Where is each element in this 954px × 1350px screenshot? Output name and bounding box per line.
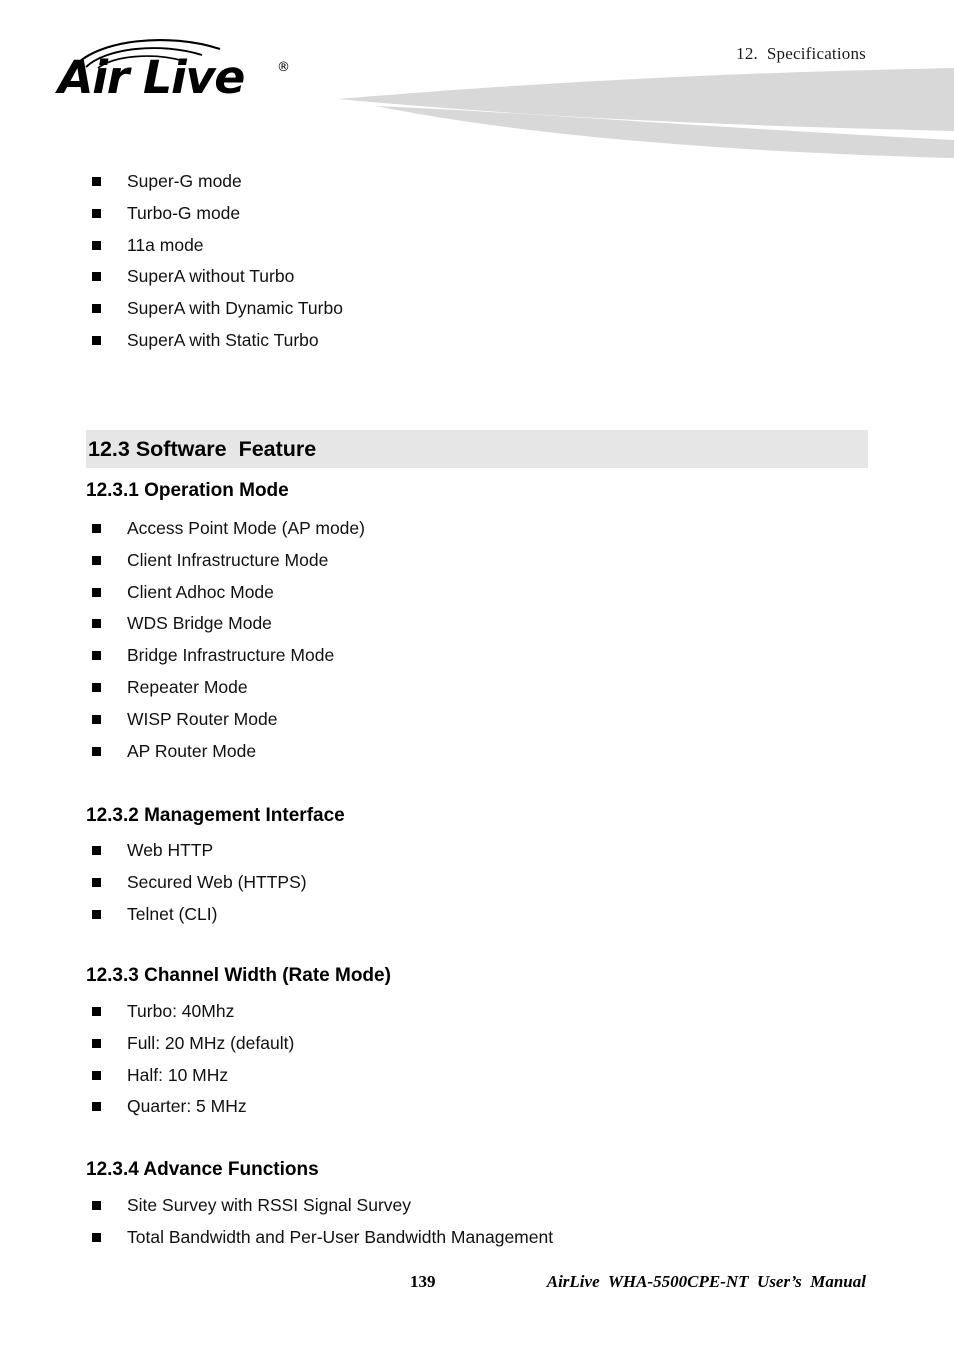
list-item-label: AP Router Mode xyxy=(127,740,257,761)
list-item-label: Site Survey with RSSI Signal Survey xyxy=(127,1195,412,1215)
bullet-square-icon xyxy=(92,877,101,887)
list-item: Full: 20 MHz (default) xyxy=(86,1028,866,1060)
list-item: Total Bandwidth and Per-User Bandwidth M… xyxy=(86,1222,866,1254)
intro-modes-list: Super-G mode Turbo-G mode 11a mode Super… xyxy=(86,166,866,357)
bullet-square-icon xyxy=(92,587,101,597)
list-item: Client Infrastructure Mode xyxy=(86,545,866,577)
list-item: AP Router Mode xyxy=(86,736,866,768)
bullet-square-icon xyxy=(92,682,101,692)
list-item-label: Telnet (CLI) xyxy=(127,903,218,924)
list-item-label: Total Bandwidth and Per-User Bandwidth M… xyxy=(127,1226,554,1247)
list-item: Super-G mode xyxy=(86,166,866,198)
list-item: Quarter: 5 MHz xyxy=(86,1091,866,1123)
page-header: 12. Specifications Air Live ® xyxy=(0,0,954,162)
bullet-square-icon xyxy=(92,619,101,629)
subsection-heading-advance-functions: 12.3.4 Advance Functions xyxy=(86,1159,319,1180)
bullet-square-icon xyxy=(92,524,101,533)
page-number: 139 xyxy=(410,1272,436,1291)
chapter-label: 12. Specifications xyxy=(736,44,866,63)
list-item: Telnet (CLI) xyxy=(86,899,866,931)
bullet-square-icon xyxy=(92,846,101,855)
bullet-square-icon xyxy=(92,335,101,345)
list-item: Web HTTP xyxy=(86,835,866,867)
page-footer: 139 AirLive WHA-5500CPE-NT User’s Manual xyxy=(0,1272,954,1302)
document-page: 12. Specifications Air Live ® Super-G mo… xyxy=(0,0,954,1350)
list-item: SuperA with Static Turbo xyxy=(86,325,866,357)
registered-trademark-icon: ® xyxy=(277,60,290,75)
subsection-heading-management-interface: 12.3.2 Management Interface xyxy=(86,805,345,826)
list-item-label: Bridge Infrastructure Mode xyxy=(127,645,335,666)
list-item-label: Half: 10 MHz xyxy=(127,1064,229,1085)
list-item: SuperA without Turbo xyxy=(86,261,866,293)
list-item-label: SuperA with Static Turbo xyxy=(127,329,319,350)
logo-wordmark: Air Live xyxy=(58,51,245,104)
list-item: Secured Web (HTTPS) xyxy=(86,867,866,899)
bullet-square-icon xyxy=(92,714,101,724)
list-item-label: Secured Web (HTTPS) xyxy=(127,871,307,892)
channel-width-list: Turbo: 40Mhz Full: 20 MHz (default) Half… xyxy=(86,996,866,1123)
list-item-label: Repeater Mode xyxy=(127,676,248,697)
list-item-label: Client Adhoc Mode xyxy=(127,581,274,602)
list-item-label: Turbo-G mode xyxy=(127,202,241,223)
bullet-square-icon xyxy=(92,1070,101,1080)
airlive-logo: Air Live ® xyxy=(58,36,298,108)
bullet-square-icon xyxy=(92,1232,101,1242)
section-heading-software-feature: 12.3 Software Feature xyxy=(86,430,868,468)
management-interface-list: Web HTTP Secured Web (HTTPS) Telnet (CLI… xyxy=(86,835,866,930)
list-item: Turbo: 40Mhz xyxy=(86,996,866,1028)
list-item-label: 11a mode xyxy=(127,234,204,255)
bullet-square-icon xyxy=(92,240,101,250)
list-item-label: Web HTTP xyxy=(127,840,214,860)
manual-title: AirLive WHA-5500CPE-NT User’s Manual xyxy=(546,1272,866,1291)
list-item: Bridge Infrastructure Mode xyxy=(86,640,866,672)
list-item: WDS Bridge Mode xyxy=(86,608,866,640)
list-item-label: Turbo: 40Mhz xyxy=(127,1001,235,1021)
list-item: SuperA with Dynamic Turbo xyxy=(86,293,866,325)
bullet-square-icon xyxy=(92,651,101,661)
bullet-square-icon xyxy=(92,1038,101,1048)
list-item: Repeater Mode xyxy=(86,672,866,704)
list-item: Half: 10 MHz xyxy=(86,1060,866,1092)
list-item-label: WISP Router Mode xyxy=(127,708,278,729)
list-item: Access Point Mode (AP mode) xyxy=(86,513,866,545)
bullet-square-icon xyxy=(92,555,101,565)
list-item: Site Survey with RSSI Signal Survey xyxy=(86,1190,866,1222)
bullet-square-icon xyxy=(92,272,101,282)
list-item-label: Full: 20 MHz (default) xyxy=(127,1032,295,1053)
advance-functions-list: Site Survey with RSSI Signal Survey Tota… xyxy=(86,1190,866,1254)
list-item: Turbo-G mode xyxy=(86,198,866,230)
bullet-square-icon xyxy=(92,208,101,218)
bullet-square-icon xyxy=(92,304,101,314)
list-item-label: Super-G mode xyxy=(127,171,242,191)
operation-mode-list: Access Point Mode (AP mode) Client Infra… xyxy=(86,513,866,767)
subsection-heading-channel-width: 12.3.3 Channel Width (Rate Mode) xyxy=(86,965,391,986)
bullet-square-icon xyxy=(92,909,101,919)
list-item-label: Quarter: 5 MHz xyxy=(127,1096,247,1117)
list-item: Client Adhoc Mode xyxy=(86,577,866,609)
list-item-label: SuperA with Dynamic Turbo xyxy=(127,298,343,319)
list-item-label: Client Infrastructure Mode xyxy=(127,549,329,570)
list-item-label: SuperA without Turbo xyxy=(127,266,295,287)
bullet-square-icon xyxy=(92,177,101,186)
bullet-square-icon xyxy=(92,1102,101,1112)
list-item-label: Access Point Mode (AP mode) xyxy=(127,518,365,538)
bullet-square-icon xyxy=(92,746,101,756)
list-item: 11a mode xyxy=(86,230,866,262)
subsection-heading-operation-mode: 12.3.1 Operation Mode xyxy=(86,480,289,501)
bullet-square-icon xyxy=(92,1007,101,1016)
list-item-label: WDS Bridge Mode xyxy=(127,613,272,634)
bullet-square-icon xyxy=(92,1201,101,1210)
list-item: WISP Router Mode xyxy=(86,704,866,736)
